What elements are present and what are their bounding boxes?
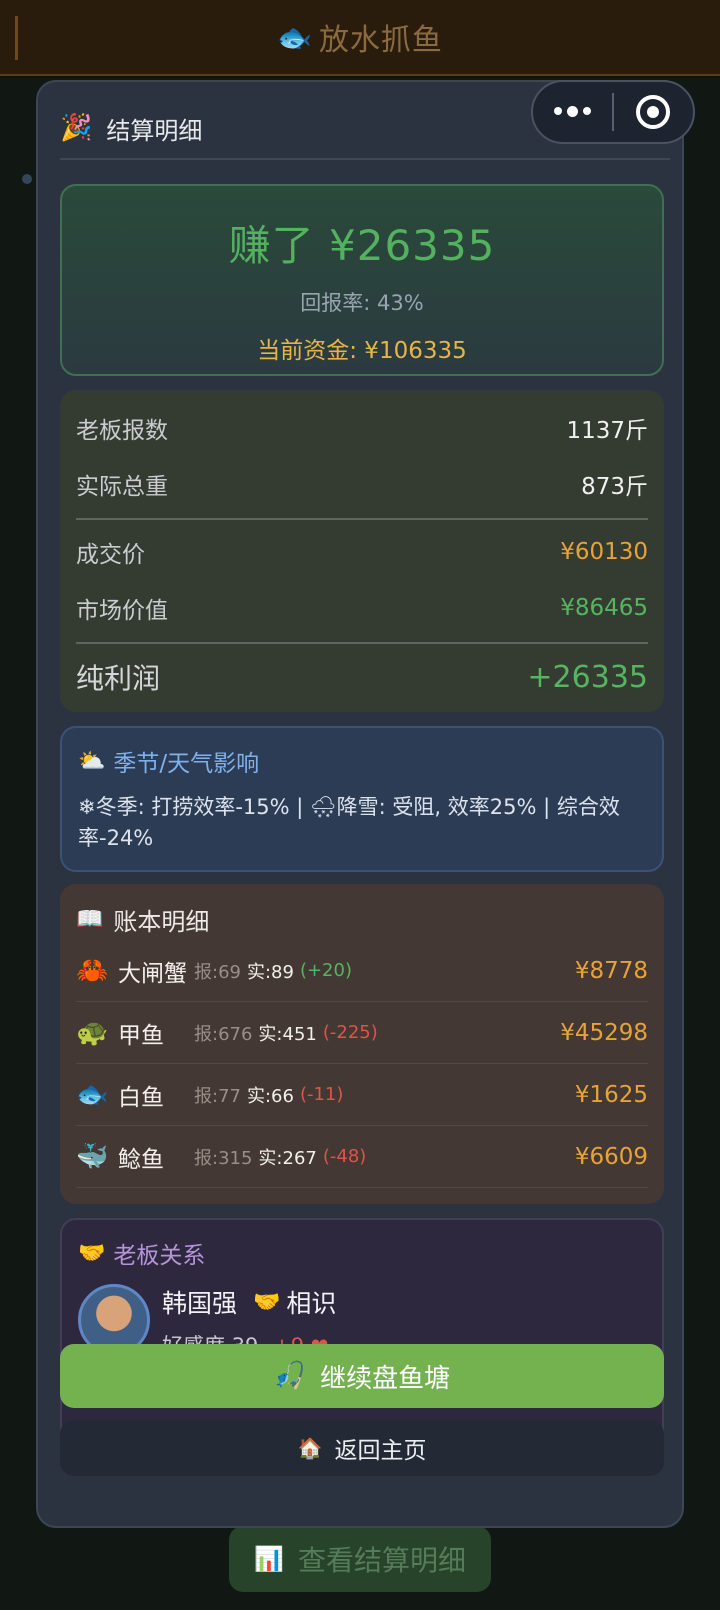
weather-effect-text: ❄冬季: 打捞效率-15% | 🌨降雪: 受阻, 效率25% | 综合效率-24… (78, 795, 620, 850)
earned-amount: 赚了 ¥26335 (228, 221, 496, 270)
stats-card: 老板报数 1137斤 实际总重 873斤 成交价 ¥60130 市场价值 ¥86… (60, 390, 664, 712)
stat-row: 市场价值 ¥86465 (76, 580, 648, 636)
return-home-button[interactable]: 🏠 返回主页 (60, 1420, 664, 1476)
modal-title: 结算明细 (106, 116, 203, 145)
handshake-icon: 🤝 (78, 1240, 106, 1266)
net-profit-row: 纯利润 +26335 (76, 644, 648, 710)
return-rate: 回报率: 43% (300, 291, 424, 315)
background-dot (22, 174, 32, 184)
ledger-row: 🐳 鲶鱼 报:315 实:267 (-48) ¥6609 (76, 1126, 648, 1188)
reported-qty: 报:69 (194, 961, 241, 983)
qty-diff: (+20) (299, 960, 352, 981)
reported-qty: 报:77 (194, 1085, 241, 1107)
view-settlement-button[interactable]: 📊 查看结算明细 (229, 1526, 491, 1592)
qty-diff: (-11) (299, 1084, 344, 1105)
crab-icon: 🦀 (76, 955, 109, 986)
stat-value: 873斤 (581, 474, 648, 500)
ledger-title-text: 账本明细 (113, 907, 210, 936)
more-dot-icon (583, 107, 591, 116)
weather-title-text: 季节/天气影响 (113, 751, 260, 777)
ledger-card: 📖 账本明细 🦀 大闸蟹 报:69 实:89 (+20) ¥8778 🐢 甲鱼 … (60, 884, 664, 1204)
page-title: 放水抓鱼 (318, 23, 443, 58)
item-amount: ¥45298 (560, 1019, 648, 1046)
reported-qty: 报:315 (194, 1147, 253, 1169)
item-name: 大闸蟹 (118, 960, 187, 987)
actual-qty: 实:66 (246, 1085, 294, 1107)
ledger-row: 🦀 大闸蟹 报:69 实:89 (+20) ¥8778 (76, 940, 648, 1002)
stat-row: 老板报数 1137斤 (76, 400, 648, 456)
chart-icon: 📊 (254, 1545, 284, 1573)
more-dot-icon (554, 107, 562, 116)
settlement-modal: 🎉 结算明细 赚了 ¥26335 回报率: 43% 当前资金: ¥106335 … (36, 80, 684, 1528)
stat-label: 老板报数 (76, 418, 168, 444)
weather-title: ⛅ 季节/天气影响 (78, 744, 646, 778)
stat-row: 实际总重 873斤 (76, 456, 648, 512)
target-close-icon (636, 95, 671, 129)
close-miniprogram-button[interactable] (614, 95, 693, 129)
net-profit-value: +26335 (527, 659, 648, 695)
earnings-card: 赚了 ¥26335 回报率: 43% 当前资金: ¥106335 (60, 184, 664, 376)
relation-status: 相识 (286, 1289, 337, 1318)
boss-name: 韩国强 (162, 1289, 238, 1318)
ledger-title: 📖 账本明细 (76, 898, 648, 940)
qty-diff: (-225) (322, 1022, 378, 1043)
continue-pond-button[interactable]: 🎣 继续盘鱼塘 (60, 1344, 664, 1408)
boss-relation-card: 🤝 老板关系 韩国强 🤝 相识 好感度 39 +9 ❤ (60, 1218, 664, 1444)
more-dot-icon (567, 105, 578, 117)
divider (76, 518, 648, 520)
net-profit-label: 纯利润 (76, 662, 161, 695)
more-options-button[interactable] (533, 105, 612, 117)
item-name: 鲶鱼 (118, 1146, 164, 1173)
modal-scroll-area[interactable]: 赚了 ¥26335 回报率: 43% 当前资金: ¥106335 老板报数 11… (60, 184, 664, 1444)
continue-pond-label: 继续盘鱼塘 (320, 1363, 451, 1394)
whale-icon: 🐳 (76, 1141, 109, 1172)
ledger-row: 🐢 甲鱼 报:676 实:451 (-225) ¥45298 (76, 1002, 648, 1064)
stat-value: ¥60130 (560, 539, 648, 565)
header-left-bar (15, 16, 18, 60)
house-icon: 🏠 (297, 1436, 323, 1460)
actual-qty: 实:89 (246, 961, 294, 983)
reported-qty: 报:676 (194, 1023, 253, 1045)
view-settlement-label: 查看结算明细 (297, 1544, 466, 1577)
actual-qty: 实:451 (258, 1023, 317, 1045)
item-name: 白鱼 (118, 1084, 164, 1111)
stat-row: 成交价 ¥60130 (76, 524, 648, 580)
item-amount: ¥1625 (574, 1081, 648, 1108)
item-amount: ¥8778 (574, 957, 648, 984)
qty-diff: (-48) (322, 1146, 367, 1167)
item-amount: ¥6609 (574, 1143, 648, 1170)
book-icon: 📖 (76, 906, 104, 932)
fishing-rod-icon: 🎣 (273, 1361, 307, 1391)
stat-label: 实际总重 (76, 474, 168, 500)
return-home-label: 返回主页 (334, 1438, 427, 1464)
fish-icon: 🐟 (76, 1079, 109, 1110)
ledger-row: 🐟 白鱼 报:77 实:66 (-11) ¥1625 (76, 1064, 648, 1126)
handshake-icon: 🤝 (253, 1289, 281, 1315)
page-header: 🐟 放水抓鱼 (0, 0, 720, 76)
boss-relation-title-text: 老板关系 (113, 1243, 206, 1269)
item-name: 甲鱼 (118, 1022, 164, 1049)
stat-value: ¥86465 (560, 595, 648, 621)
turtle-icon: 🐢 (76, 1017, 109, 1048)
weather-card: ⛅ 季节/天气影响 ❄冬季: 打捞效率-15% | 🌨降雪: 受阻, 效率25%… (60, 726, 664, 872)
boss-name-line: 韩国强 🤝 相识 (162, 1284, 336, 1320)
boss-relation-title: 🤝 老板关系 (78, 1236, 646, 1270)
miniprogram-capsule (531, 80, 695, 144)
stat-value: 1137斤 (566, 418, 648, 444)
current-funds: 当前资金: ¥106335 (257, 338, 467, 364)
fishing-icon: 🐟 (277, 20, 313, 54)
stat-label: 成交价 (76, 542, 145, 568)
stat-label: 市场价值 (76, 598, 168, 624)
sun-cloud-icon: ⛅ (78, 748, 106, 774)
actual-qty: 实:267 (258, 1147, 317, 1169)
party-popper-icon: 🎉 (60, 113, 93, 143)
